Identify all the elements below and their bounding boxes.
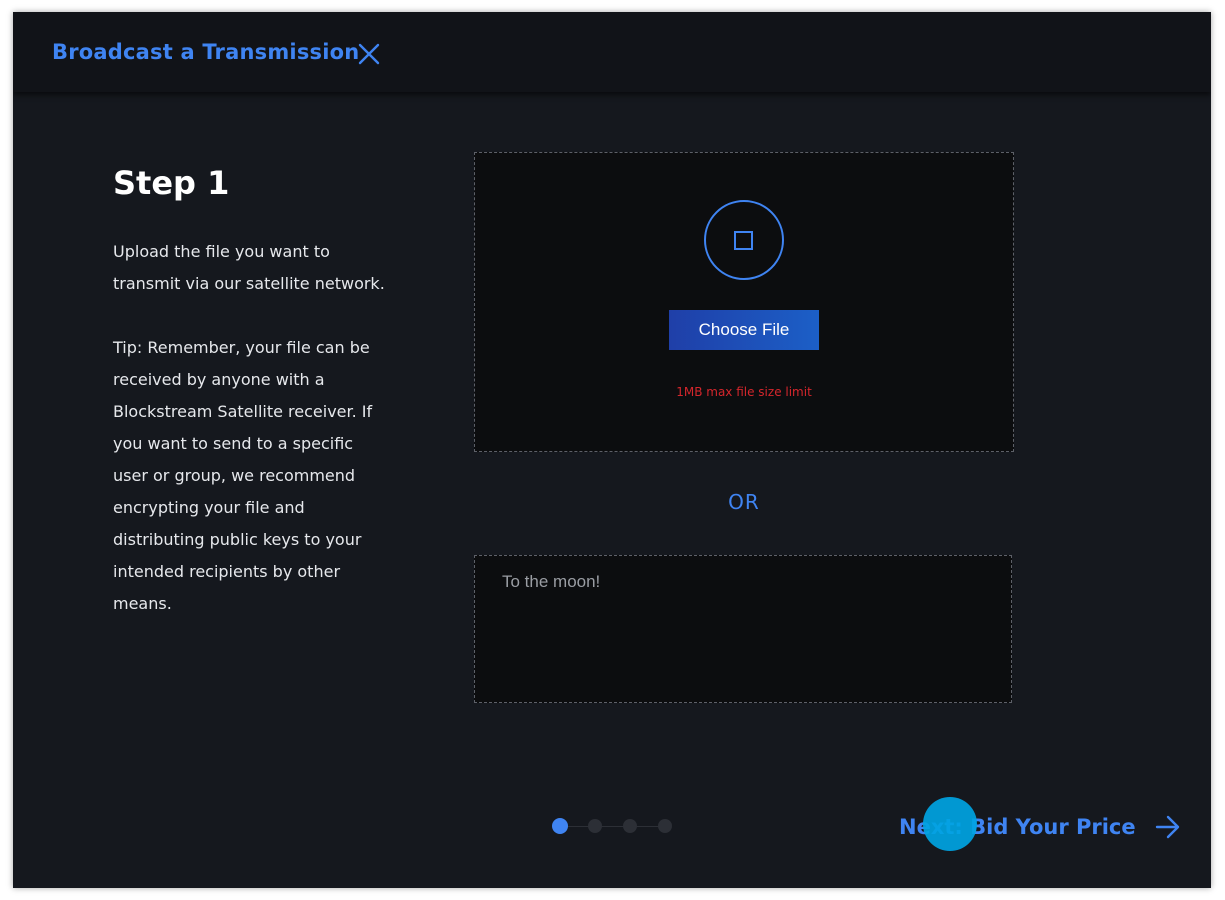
next-step-label: Next: Bid Your Price — [899, 815, 1136, 839]
step-dot-2 — [588, 819, 602, 833]
step-dot-1 — [552, 818, 568, 834]
step-tip-text: Tip: Remember, your file can be received… — [113, 338, 373, 613]
modal-header: Broadcast a Transmission — [13, 12, 1211, 92]
broadcast-modal: Broadcast a Transmission Step 1 Upload t… — [13, 12, 1211, 888]
file-dropzone[interactable]: Choose File 1MB max file size limit — [474, 152, 1014, 452]
message-textarea[interactable] — [474, 555, 1012, 703]
upload-square-icon — [734, 231, 753, 250]
step-description-text: Upload the file you want to transmit via… — [113, 242, 385, 293]
or-divider: OR — [728, 490, 760, 514]
close-icon[interactable] — [358, 43, 380, 65]
step-dot-4 — [658, 819, 672, 833]
stepper-line — [560, 825, 665, 827]
step-description: Upload the file you want to transmit via… — [113, 236, 388, 620]
choose-file-button[interactable]: Choose File — [669, 310, 819, 350]
step-progress-indicator — [552, 818, 674, 834]
next-step-button[interactable]: Next: Bid Your Price — [899, 812, 1181, 842]
upload-icon-circle — [704, 200, 784, 280]
file-size-limit: 1MB max file size limit — [676, 385, 812, 399]
step-dot-3 — [623, 819, 637, 833]
arrow-right-icon — [1155, 815, 1179, 839]
modal-title: Broadcast a Transmission — [52, 40, 360, 64]
step-title: Step 1 — [113, 164, 230, 202]
